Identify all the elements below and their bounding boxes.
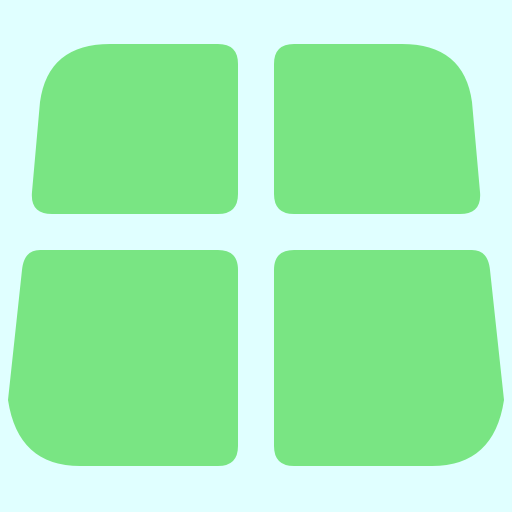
- top-right-pane: [274, 44, 481, 214]
- bottom-left-pane: [8, 250, 238, 466]
- top-left-pane: [31, 44, 239, 214]
- icon-canvas: [0, 0, 512, 512]
- bottom-right-pane: [274, 250, 504, 466]
- windows-logo-icon: [0, 0, 512, 512]
